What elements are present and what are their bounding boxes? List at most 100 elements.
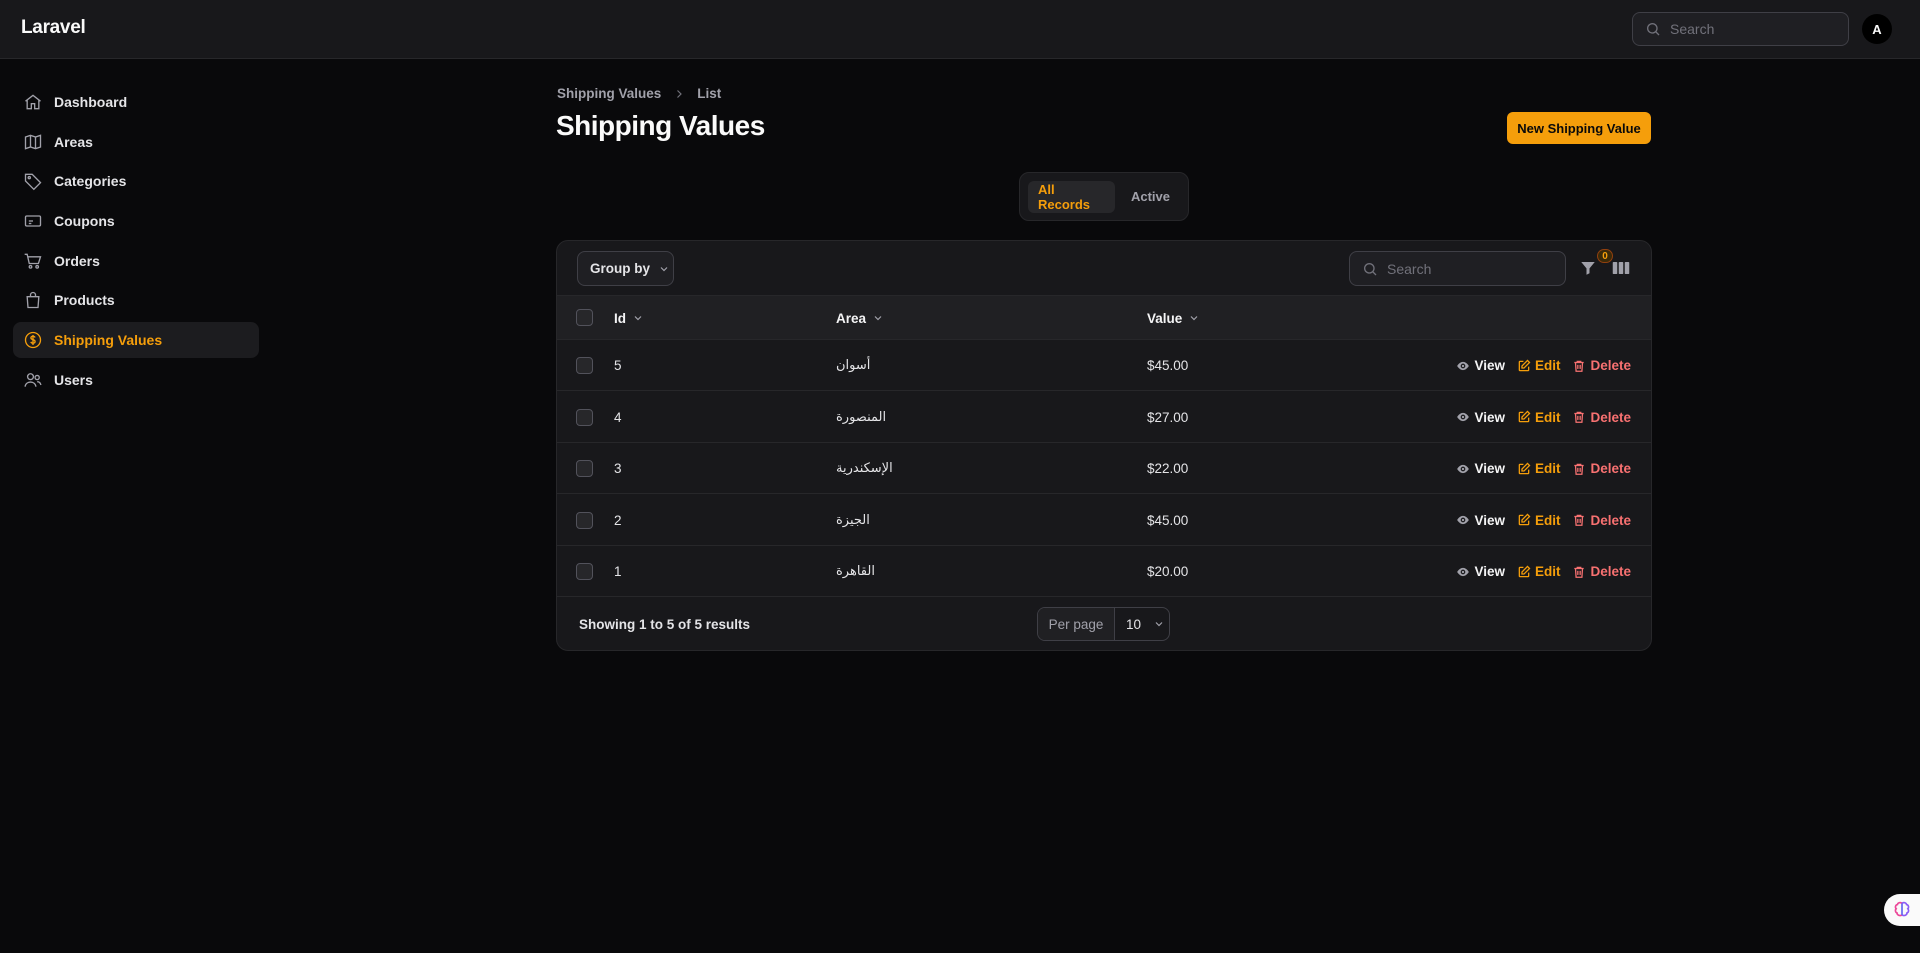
breadcrumb-parent[interactable]: Shipping Values — [557, 86, 661, 101]
column-header-id[interactable]: Id — [614, 296, 644, 340]
table-footer: Showing 1 to 5 of 5 results Per page 10 — [557, 597, 1651, 650]
row-checkbox[interactable] — [576, 511, 593, 529]
delete-action[interactable]: Delete — [1572, 564, 1631, 579]
column-header-label: Area — [836, 310, 867, 326]
view-action[interactable]: View — [1456, 358, 1505, 373]
sidebar-item-label: Products — [54, 292, 115, 309]
per-page-select[interactable]: Per page 10 — [1037, 607, 1170, 641]
chevron-down-icon — [658, 263, 670, 275]
home-icon — [23, 92, 43, 112]
chevron-down-icon — [872, 312, 884, 324]
tab-active[interactable]: Active — [1121, 181, 1180, 213]
assistant-brain-button[interactable] — [1884, 894, 1920, 926]
trash-icon — [1574, 360, 1585, 372]
group-by-select[interactable]: Group by — [577, 251, 674, 286]
table-row[interactable]: 2 الجيزة $45.00 View Edit Delete — [557, 495, 1651, 546]
table-row[interactable]: 3 الإسكندرية $22.00 View Edit Delete — [557, 443, 1651, 494]
column-header-label: Id — [614, 310, 626, 326]
sidebar-item-label: Dashboard — [54, 94, 128, 110]
edit-label: Edit — [1534, 358, 1561, 373]
sidebar-item-shipping-values[interactable]: Shipping Values — [13, 322, 259, 359]
delete-label: Delete — [1590, 409, 1631, 425]
sidebar-item-label: Users — [54, 371, 93, 388]
sidebar-item-orders[interactable]: Orders — [13, 243, 259, 279]
edit-label: Edit — [1534, 461, 1561, 476]
column-header-area[interactable]: Area — [836, 296, 884, 340]
delete-label: Delete — [1590, 512, 1631, 528]
sidebar-item-coupons[interactable]: Coupons — [13, 203, 259, 239]
delete-action[interactable]: Delete — [1572, 461, 1631, 476]
table-row[interactable]: 1 القاهرة $20.00 View Edit Delete — [557, 546, 1651, 597]
chevron-right-icon — [673, 88, 685, 100]
sidebar-item-categories[interactable]: Categories — [13, 163, 259, 199]
brand-logo[interactable]: Laravel — [21, 17, 86, 39]
cell-area: القاهرة — [836, 564, 875, 579]
view-action[interactable]: View — [1456, 461, 1505, 476]
view-action[interactable]: View — [1456, 410, 1505, 425]
delete-action[interactable]: Delete — [1572, 513, 1631, 528]
cell-area: أسوان — [836, 358, 871, 373]
row-checkbox[interactable] — [576, 563, 593, 580]
filter-icon[interactable] — [1579, 259, 1597, 277]
breadcrumb-current: List — [697, 86, 722, 101]
row-actions: View Edit Delete — [1444, 443, 1631, 494]
edit-icon — [1518, 410, 1531, 423]
results-summary: Showing 1 to 5 of 5 results — [579, 617, 751, 632]
page-title: Shipping Values — [556, 110, 765, 141]
edit-action[interactable]: Edit — [1517, 513, 1560, 528]
tab-all-records[interactable]: All Records — [1028, 180, 1115, 213]
user-avatar[interactable]: A — [1862, 14, 1892, 44]
cell-area: الإسكندرية — [836, 461, 893, 476]
delete-action[interactable]: Delete — [1572, 410, 1631, 425]
table-row[interactable]: 4 المنصورة $27.00 View Edit Delete — [557, 392, 1651, 443]
table-search-input[interactable]: Search — [1349, 251, 1566, 286]
row-actions: View Edit Delete — [1444, 392, 1631, 443]
delete-action[interactable]: Delete — [1572, 358, 1631, 373]
cell-id: 1 — [614, 564, 622, 579]
trash-icon — [1574, 463, 1585, 475]
row-actions: View Edit Delete — [1444, 546, 1631, 597]
row-actions: View Edit Delete — [1444, 495, 1631, 546]
view-label: View — [1474, 358, 1505, 373]
cell-value: $45.00 — [1147, 358, 1189, 373]
select-all-checkbox[interactable] — [576, 309, 593, 326]
per-page-value[interactable]: 10 — [1115, 608, 1169, 640]
record-tabs: All Records Active — [1019, 172, 1189, 221]
view-action[interactable]: View — [1456, 564, 1505, 579]
trash-icon — [1574, 566, 1585, 578]
eye-icon — [1457, 464, 1470, 473]
edit-action[interactable]: Edit — [1517, 410, 1560, 425]
sidebar-item-users[interactable]: Users — [13, 362, 259, 398]
edit-action[interactable]: Edit — [1517, 461, 1561, 476]
view-action[interactable]: View — [1456, 513, 1505, 528]
search-icon — [1364, 262, 1377, 275]
global-search-input[interactable]: Search — [1632, 12, 1849, 46]
filter-count-badge: 0 — [1597, 249, 1613, 263]
cart-icon — [23, 251, 43, 271]
sidebar-item-label: Categories — [54, 173, 127, 190]
edit-action[interactable]: Edit — [1517, 564, 1560, 579]
view-label: View — [1474, 409, 1505, 425]
topbar: Laravel Search A — [0, 0, 1920, 59]
sidebar-item-products[interactable]: Products — [13, 282, 259, 318]
new-shipping-value-button[interactable]: New Shipping Value — [1507, 112, 1651, 144]
sidebar: Dashboard Areas Categories Coupons Order… — [13, 84, 259, 402]
dollar-circle-icon — [23, 330, 43, 350]
table-header: Id Area Value — [557, 296, 1651, 340]
sidebar-item-areas[interactable]: Areas — [13, 124, 259, 160]
edit-action[interactable]: Edit — [1517, 358, 1561, 373]
row-checkbox[interactable] — [576, 408, 593, 426]
sidebar-item-dashboard[interactable]: Dashboard — [13, 84, 259, 120]
table-row[interactable]: 5 أسوان $45.00 View Edit Delete — [557, 340, 1651, 391]
column-header-value[interactable]: Value — [1147, 296, 1200, 340]
tag-icon — [23, 171, 43, 191]
edit-icon — [1518, 513, 1531, 526]
global-search-placeholder: Search — [1670, 21, 1715, 37]
column-header-label: Value — [1147, 310, 1183, 326]
row-checkbox[interactable] — [576, 357, 593, 374]
cell-id: 4 — [614, 409, 622, 425]
columns-icon[interactable] — [1612, 260, 1630, 276]
sidebar-item-label: Coupons — [54, 213, 115, 230]
row-checkbox[interactable] — [576, 460, 593, 477]
view-label: View — [1474, 564, 1505, 579]
